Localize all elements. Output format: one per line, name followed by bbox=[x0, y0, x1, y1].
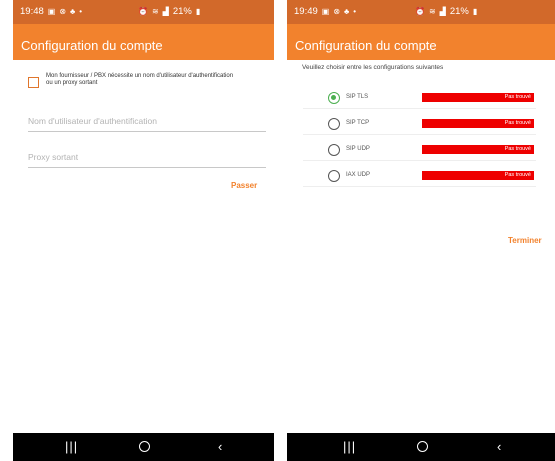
page-title: Configuration du compte bbox=[21, 38, 163, 53]
signal-icon: ▟ bbox=[162, 6, 169, 16]
status-badge: Pas trouvé bbox=[422, 93, 534, 102]
option-iax-udp[interactable]: IAX UDP Pas trouvé bbox=[303, 164, 536, 187]
alarm-icon: ⏰ bbox=[138, 6, 148, 16]
recents-icon[interactable]: ||| bbox=[65, 438, 78, 456]
screen-account-setup-step2: 19:49 ▣ ⊗ ♣ • ⏰ ≋ ▟ 21% ▮ Configuration … bbox=[287, 0, 555, 461]
battery-icon: ▮ bbox=[472, 6, 478, 16]
option-label: SIP UDP bbox=[346, 146, 370, 152]
radio-button[interactable] bbox=[328, 170, 340, 182]
auth-proxy-checkbox[interactable] bbox=[28, 77, 39, 88]
notification-icon: ♣ bbox=[344, 6, 350, 16]
notification-icon: ♣ bbox=[70, 6, 76, 16]
battery-percentage: 21% bbox=[172, 6, 192, 17]
status-badge: Pas trouvé bbox=[422, 119, 534, 128]
instruction-text: Veuillez choisir entre les configuration… bbox=[302, 64, 444, 71]
radio-button[interactable] bbox=[328, 118, 340, 130]
cancel-circle-icon: ⊗ bbox=[333, 6, 341, 16]
battery-percentage: 21% bbox=[449, 6, 469, 17]
back-icon[interactable]: ‹ bbox=[497, 438, 501, 456]
option-sip-tls[interactable]: SIP TLS Pas trouvé bbox=[303, 86, 536, 109]
signal-icon: ▟ bbox=[439, 6, 446, 16]
page-title: Configuration du compte bbox=[295, 38, 437, 53]
option-label: IAX UDP bbox=[346, 172, 371, 178]
auth-username-input[interactable]: Nom d'utilisateur d'authentification bbox=[28, 116, 266, 132]
status-badge: Pas trouvé bbox=[422, 145, 534, 154]
option-sip-udp[interactable]: SIP UDP Pas trouvé bbox=[303, 138, 536, 161]
image-icon: ▣ bbox=[321, 6, 330, 16]
app-bar: Configuration du compte bbox=[13, 24, 274, 60]
image-icon: ▣ bbox=[47, 6, 56, 16]
outbound-proxy-input[interactable]: Proxy sortant bbox=[28, 152, 266, 168]
recents-icon[interactable]: ||| bbox=[343, 438, 356, 456]
dot-icon: • bbox=[353, 6, 357, 16]
status-badge: Pas trouvé bbox=[422, 171, 534, 180]
screen-account-setup-step1: 19:48 ▣ ⊗ ♣ • ⏰ ≋ ▟ 21% ▮ Configuration … bbox=[13, 0, 274, 461]
option-label: SIP TLS bbox=[346, 94, 369, 100]
back-icon[interactable]: ‹ bbox=[218, 438, 222, 456]
cancel-circle-icon: ⊗ bbox=[59, 6, 67, 16]
home-icon[interactable] bbox=[417, 438, 428, 452]
battery-icon: ▮ bbox=[195, 6, 201, 16]
status-bar: 19:49 ▣ ⊗ ♣ • ⏰ ≋ ▟ 21% ▮ bbox=[287, 0, 555, 24]
auth-proxy-checkbox-row[interactable]: Mon fournisseur / PBX nécessite un nom d… bbox=[28, 73, 236, 88]
finish-button[interactable]: Terminer bbox=[508, 236, 542, 245]
system-nav-bar: ||| ‹ bbox=[287, 433, 555, 461]
auth-proxy-checkbox-label: Mon fournisseur / PBX nécessite un nom d… bbox=[46, 73, 234, 86]
system-nav-bar: ||| ‹ bbox=[13, 433, 274, 461]
home-icon[interactable] bbox=[139, 438, 150, 452]
app-bar: Configuration du compte bbox=[287, 24, 555, 60]
wifi-icon: ≋ bbox=[428, 6, 436, 16]
status-bar: 19:48 ▣ ⊗ ♣ • ⏰ ≋ ▟ 21% ▮ bbox=[13, 0, 274, 24]
wifi-icon: ≋ bbox=[151, 6, 159, 16]
option-label: SIP TCP bbox=[346, 120, 370, 126]
status-time: 19:48 bbox=[20, 6, 44, 17]
skip-button[interactable]: Passer bbox=[231, 181, 257, 190]
radio-button[interactable] bbox=[328, 144, 340, 156]
radio-button[interactable] bbox=[328, 92, 340, 104]
status-time: 19:49 bbox=[294, 6, 318, 17]
dot-icon: • bbox=[79, 6, 83, 16]
option-sip-tcp[interactable]: SIP TCP Pas trouvé bbox=[303, 112, 536, 135]
alarm-icon: ⏰ bbox=[415, 6, 425, 16]
